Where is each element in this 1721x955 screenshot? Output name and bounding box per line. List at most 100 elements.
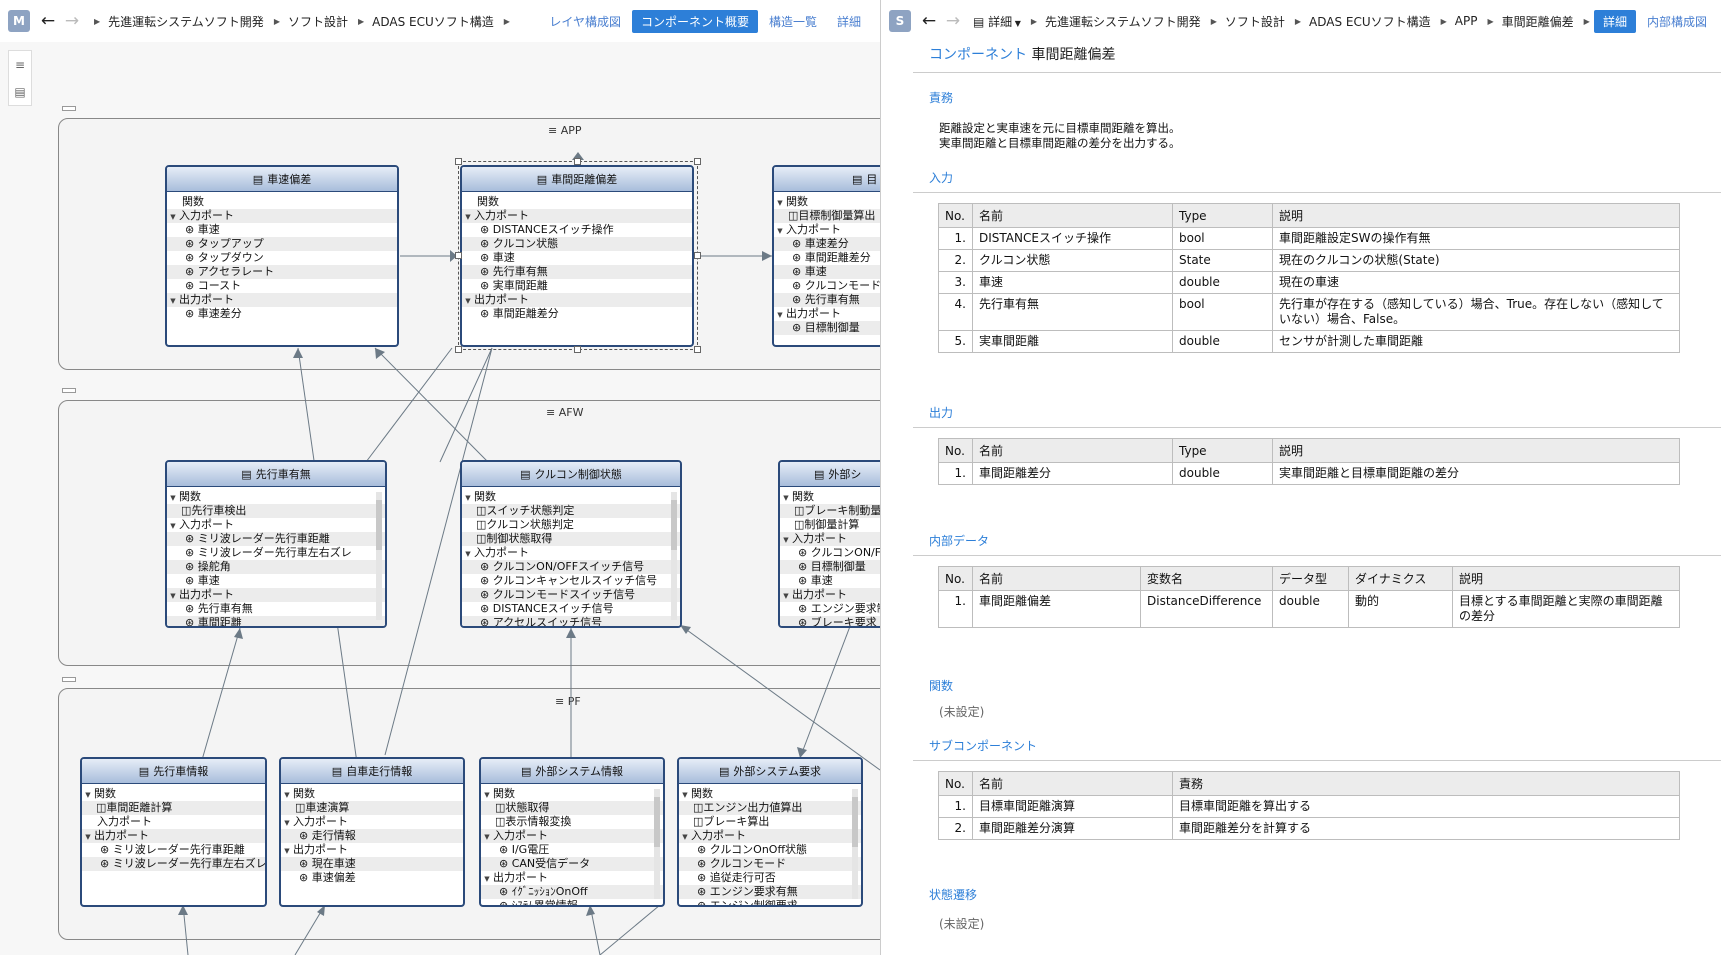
expand-icon[interactable]: ▼ (780, 491, 792, 505)
port-item[interactable]: ⊛ エンジン制御要求 (679, 899, 861, 905)
list-item[interactable]: ▼ 入力ポート (679, 829, 861, 843)
function-item[interactable]: ◫車速演算 (281, 801, 463, 815)
port-item[interactable]: ⊛ 現在車速 (281, 857, 463, 871)
list-item[interactable]: ▼ 出力ポート (167, 293, 397, 307)
expand-icon[interactable]: ▼ (82, 830, 94, 844)
list-item[interactable]: ▼ 関数 (780, 490, 880, 504)
expand-icon[interactable]: ▼ (679, 788, 691, 802)
resize-handle[interactable] (574, 158, 581, 165)
port-item[interactable]: ⊛ クルコンON/F (780, 546, 880, 560)
port-item[interactable]: ⊛ 追従走行可否 (679, 871, 861, 885)
port-item[interactable]: ⊛ アクセラレート (167, 265, 397, 279)
list-item[interactable]: ▼ 関数 (167, 490, 385, 504)
expand-icon[interactable]: ▼ (281, 816, 293, 830)
expand-icon[interactable]: ▼ (462, 547, 474, 561)
port-item[interactable]: ⊛ ｼｽﾃﾑ異常情報 (481, 899, 663, 905)
list-item[interactable]: ▼ 出力ポート (281, 843, 463, 857)
component-target-control[interactable]: ▤ 目 ▼ 関数 ◫目標制御量算出 ▼ 入力ポート ⊛ 車速差分 ⊛ 車間距離差分 ⊛… (772, 165, 880, 347)
component-vehicle-speed-deviation[interactable]: ▤ 車速偏差 関数 ▼ 入力ポート ⊛ 車速 ⊛ タップアップ ⊛ タップダウン ⊛… (165, 165, 399, 347)
port-item[interactable]: ⊛ アクセルスイッチ信号 (462, 616, 680, 626)
function-item[interactable]: ◫目標制御量算出 (774, 209, 880, 223)
resize-handle[interactable] (694, 158, 701, 165)
port-item[interactable]: ⊛ クルコンON/OFFスイッチ信号 (462, 560, 680, 574)
breadcrumb-item[interactable]: ADAS ECUソフト構造 (1309, 13, 1431, 30)
port-item[interactable]: ⊛ ミリ波レーダー先行車左右ズレ (82, 857, 265, 871)
list-item[interactable]: ▼ 入力ポート (774, 223, 880, 237)
breadcrumb-item[interactable]: 車間距離偏差 (1502, 13, 1574, 30)
port-item[interactable]: ⊛ クルコンモード (679, 857, 861, 871)
port-item[interactable]: ⊛ ｲｸﾞﾆｯｼｮﾝOnOff (481, 885, 663, 899)
port-item[interactable]: ⊛ クルコンモード (774, 279, 880, 293)
expand-icon[interactable]: ▼ (281, 788, 293, 802)
port-item[interactable]: ⊛ 車速 (780, 574, 880, 588)
port-item[interactable]: ⊛ 車間距離差分 (774, 251, 880, 265)
detail-view-dropdown[interactable]: ▤ 詳細 ▼ (973, 13, 1021, 30)
breadcrumb-item[interactable]: ソフト設計 (1225, 13, 1285, 30)
expand-icon[interactable]: ▼ (167, 491, 179, 505)
list-item[interactable]: ▼ 入力ポート (167, 518, 385, 532)
port-item[interactable]: ⊛ クルコンキャンセルスイッチ信号 (462, 574, 680, 588)
expand-icon[interactable]: ▼ (481, 788, 493, 802)
resize-handle[interactable] (455, 346, 462, 353)
function-item[interactable]: ◫状態取得 (481, 801, 663, 815)
diagram-pane[interactable]: M ← → ▶ 先進運転システムソフト開発 ▶ ソフト設計 ▶ ADAS ECU… (0, 0, 880, 955)
expand-icon[interactable]: ▼ (774, 308, 786, 322)
list-item[interactable]: ▼ 出力ポート (774, 307, 880, 321)
list-item[interactable]: 入力ポート (82, 815, 265, 829)
expand-icon[interactable]: ▼ (774, 196, 786, 210)
list-item[interactable]: ▼ 関数 (481, 787, 663, 801)
port-item[interactable]: ⊛ コースト (167, 279, 397, 293)
list-item[interactable]: ▼ 入力ポート (780, 532, 880, 546)
breadcrumb-item[interactable]: APP (1455, 14, 1478, 28)
scrollbar[interactable] (852, 789, 858, 899)
resize-handle[interactable] (694, 346, 701, 353)
port-item[interactable]: ⊛ 先行車有無 (167, 602, 385, 616)
expand-icon[interactable]: ▼ (167, 294, 179, 308)
scrollbar[interactable] (654, 789, 660, 899)
function-item[interactable]: ◫車間距離計算 (82, 801, 265, 815)
function-item[interactable]: ◫制御状態取得 (462, 532, 680, 546)
component-preceding-vehicle-info[interactable]: ▤ 先行車情報 ▼ 関数 ◫車間距離計算 入力ポート ▼ 出力ポート ⊛ ミリ波レーダ… (80, 757, 267, 907)
port-item[interactable]: ⊛ 車速偏差 (281, 871, 463, 885)
port-item[interactable]: ⊛ 目標制御量 (780, 560, 880, 574)
port-item[interactable]: ⊛ 車速 (167, 223, 397, 237)
expand-icon[interactable]: ▼ (462, 491, 474, 505)
list-item[interactable]: ▼ 出力ポート (481, 871, 663, 885)
port-item[interactable]: ⊛ 操舵角 (167, 560, 385, 574)
table-row[interactable]: 1. 目標車間距離演算 目標車間距離を算出する (938, 795, 1680, 818)
component-external-system-info[interactable]: ▤ 外部システム情報 ▼ 関数 ◫状態取得 ◫表示情報変換 ▼ 入力ポート ⊛ I/G… (479, 757, 665, 907)
port-item[interactable]: ⊛ タップダウン (167, 251, 397, 265)
expand-icon[interactable]: ▼ (167, 589, 179, 603)
list-item[interactable]: ▼ 出力ポート (780, 588, 880, 602)
list-item[interactable]: ▼ 関数 (82, 787, 265, 801)
component-preceding-vehicle[interactable]: ▤ 先行車有無 ▼ 関数 ◫先行車検出 ▼ 入力ポート ⊛ ミリ波レーダー先行車距離 … (165, 460, 387, 628)
port-item[interactable]: ⊛ 目標制御量 (774, 321, 880, 335)
list-item[interactable]: ▼ 入力ポート (281, 815, 463, 829)
expand-icon[interactable]: ▼ (481, 872, 493, 886)
port-item[interactable]: ⊛ ミリ波レーダー先行車距離 (167, 532, 385, 546)
function-item[interactable]: ◫ブレーキ算出 (679, 815, 861, 829)
function-item[interactable]: ◫ブレーキ制動量 (780, 504, 880, 518)
scrollbar[interactable] (671, 492, 677, 620)
port-item[interactable]: ⊛ 車速 (774, 265, 880, 279)
resize-handle[interactable] (694, 252, 701, 259)
function-item[interactable]: ◫クルコン状態判定 (462, 518, 680, 532)
list-item[interactable]: ▼ 出力ポート (167, 588, 385, 602)
expand-icon[interactable]: ▼ (774, 224, 786, 238)
expand-icon[interactable]: ▼ (780, 533, 792, 547)
expand-icon[interactable]: ▼ (167, 519, 179, 533)
port-item[interactable]: ⊛ エンジン要求有無 (679, 885, 861, 899)
component-ego-vehicle-info[interactable]: ▤ 自車走行情報 ▼ 関数 ◫車速演算 ▼ 入力ポート ⊛ 走行情報 ▼ 出力ポート ⊛… (279, 757, 465, 907)
port-item[interactable]: ⊛ ミリ波レーダー先行車距離 (82, 843, 265, 857)
list-item[interactable]: ▼ 関数 (281, 787, 463, 801)
list-item[interactable]: ▼ 関数 (679, 787, 861, 801)
component-external-system[interactable]: ▤ 外部シ ▼ 関数 ◫ブレーキ制動量 ◫制御量計算 ▼ 入力ポート ⊛ クルコンON… (778, 460, 880, 628)
expand-icon[interactable]: ▼ (82, 788, 94, 802)
port-item[interactable]: ⊛ 車速差分 (167, 307, 397, 321)
port-item[interactable]: ⊛ 車速 (167, 574, 385, 588)
expand-icon[interactable]: ▼ (780, 589, 792, 603)
resize-handle[interactable] (455, 252, 462, 259)
list-item[interactable]: 関数 (167, 195, 397, 209)
function-item[interactable]: ◫スイッチ状態判定 (462, 504, 680, 518)
expand-icon[interactable]: ▼ (167, 210, 179, 224)
